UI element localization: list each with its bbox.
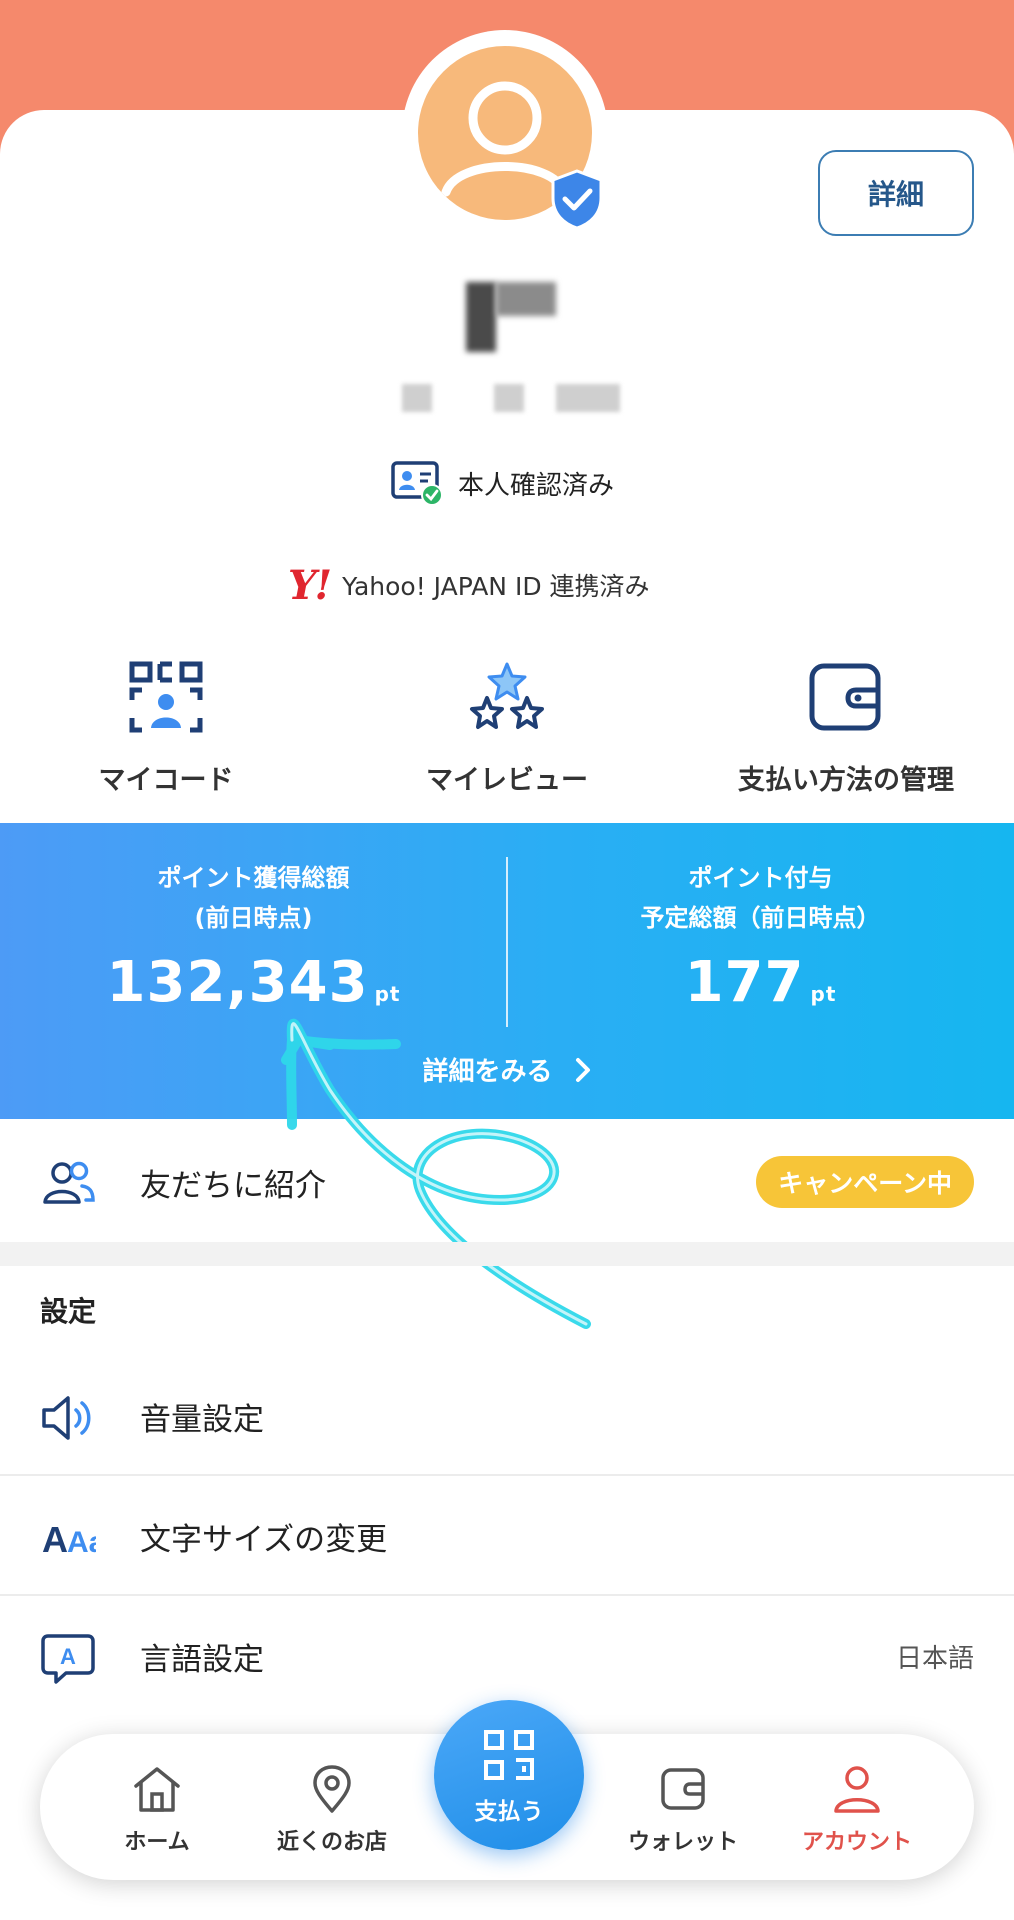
pay-button[interactable]: 支払う — [434, 1700, 584, 1850]
font-size-icon: A Aa — [42, 1519, 96, 1560]
nav-home[interactable]: ホーム — [82, 1764, 232, 1856]
pay-button-label: 支払う — [474, 1799, 544, 1825]
settings-item-language[interactable]: A 言語設定 日本語 — [0, 1596, 1014, 1716]
svg-text:Aa: Aa — [67, 1526, 96, 1559]
settings-item-font-size[interactable]: A Aa 文字サイズの変更 — [0, 1476, 1014, 1596]
nav-nearby-stores[interactable]: 近くのお店 — [257, 1764, 407, 1856]
person-icon — [834, 1766, 880, 1813]
svg-text:A: A — [60, 1644, 76, 1669]
wallet-icon — [661, 1768, 705, 1810]
speaker-icon — [42, 1396, 91, 1440]
campaign-badge: キャンペーン中 — [756, 1156, 974, 1208]
section-separator — [0, 1242, 1014, 1266]
nav-label: ウォレット — [627, 1830, 738, 1855]
settings-item-label: 言語設定 — [140, 1642, 264, 1678]
referral-label: 友だちに紹介 — [140, 1168, 326, 1204]
settings-item-volume[interactable]: 音量設定 — [0, 1356, 1014, 1476]
language-value: 日本語 — [895, 1644, 974, 1674]
nav-account[interactable]: アカウント — [782, 1764, 932, 1856]
settings-item-label: 文字サイズの変更 — [140, 1522, 388, 1558]
qr-pay-icon — [484, 1730, 534, 1780]
language-icon: A — [41, 1634, 95, 1684]
settings-item-label: 音量設定 — [140, 1402, 264, 1438]
friends-icon — [43, 1161, 95, 1204]
settings-section-title: 設定 — [40, 1295, 97, 1328]
home-icon — [134, 1767, 180, 1812]
nav-label: 近くのお店 — [276, 1830, 387, 1855]
referral-row[interactable]: 友だちに紹介 キャンペーン中 — [0, 1120, 1014, 1242]
nav-wallet[interactable]: ウォレット — [608, 1764, 758, 1856]
location-pin-icon — [313, 1765, 351, 1813]
nav-label: ホーム — [124, 1830, 190, 1855]
svg-text:A: A — [42, 1519, 68, 1560]
nav-label: アカウント — [801, 1830, 912, 1855]
